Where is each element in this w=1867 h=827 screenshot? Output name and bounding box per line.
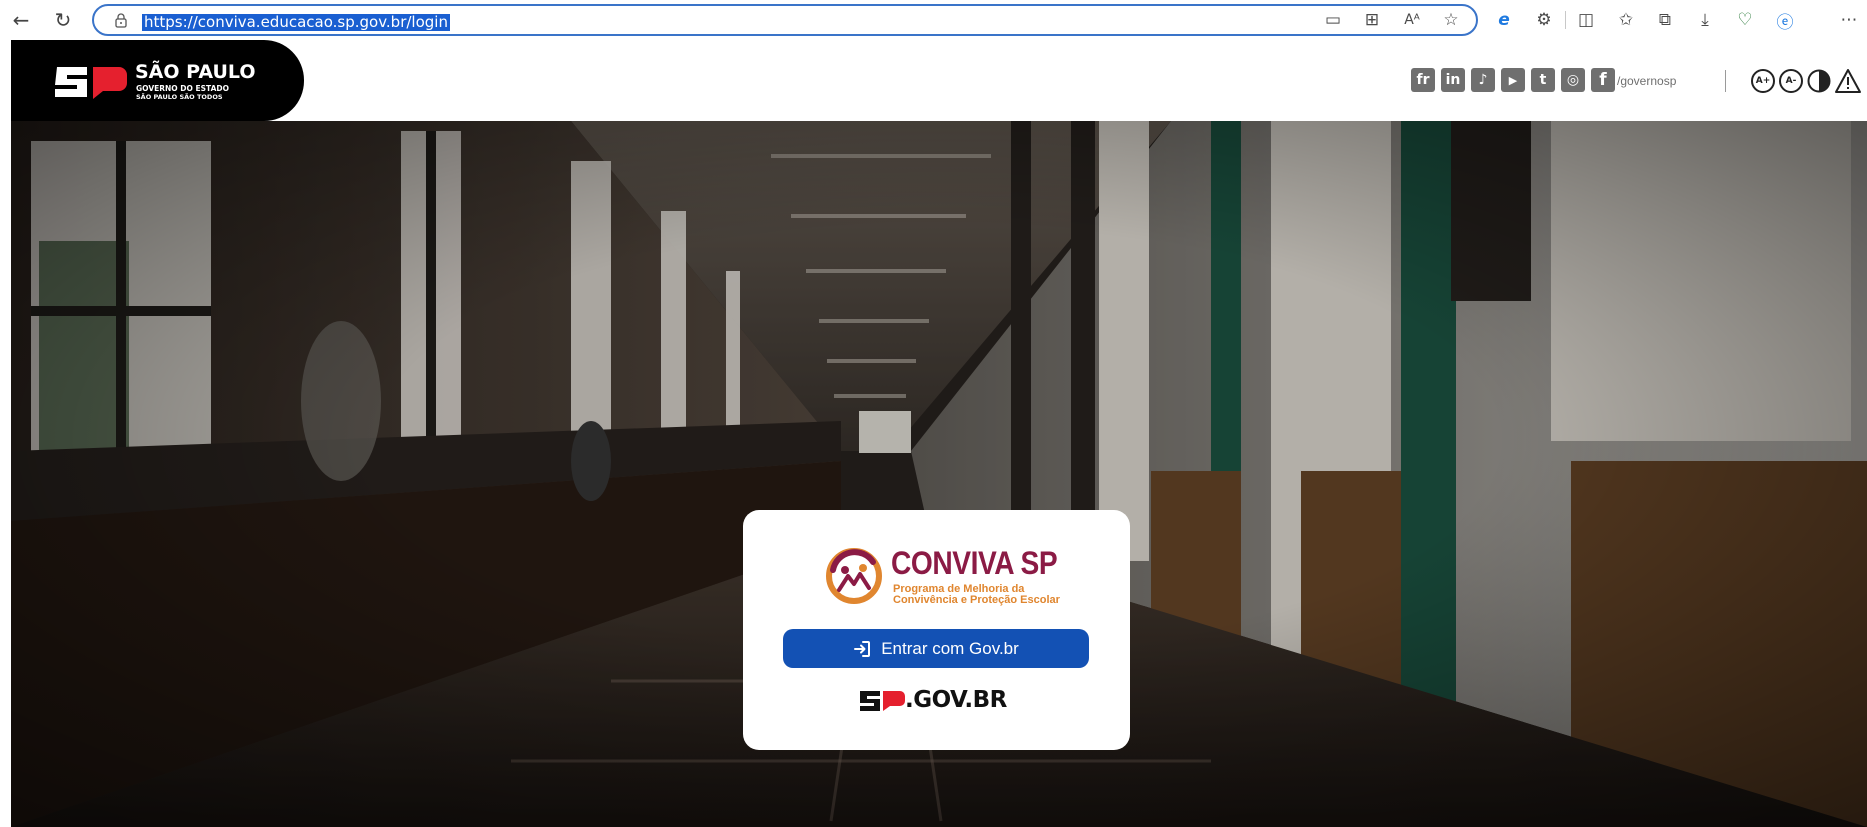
- favorites-icon[interactable]: ✩: [1615, 9, 1637, 31]
- warning-icon[interactable]: [1834, 68, 1862, 94]
- split-screen-icon[interactable]: ◫: [1575, 9, 1597, 31]
- edge-profile-icon[interactable]: ⓔ: [1774, 9, 1796, 33]
- device-icon[interactable]: ▭: [1322, 9, 1344, 31]
- url-text[interactable]: https://conviva.educacao.sp.gov.br/login: [142, 14, 450, 31]
- brand-title: SÃO PAULO: [135, 61, 256, 83]
- twitter-icon[interactable]: t: [1531, 68, 1555, 92]
- sp-government-logo[interactable]: SÃO PAULO GOVERNO DO ESTADO SÃO PAULO SÃ…: [11, 40, 304, 121]
- conviva-title: CONVIVA SP: [891, 545, 1058, 581]
- toolbar-divider: [1565, 11, 1566, 29]
- gov-br-logo-text: .GOV.BR: [905, 687, 1007, 713]
- contrast-icon[interactable]: [1807, 69, 1831, 93]
- read-aloud-icon[interactable]: Aᴬ: [1401, 9, 1423, 31]
- conviva-logo-icon: [826, 548, 882, 604]
- linkedin-icon[interactable]: in: [1441, 68, 1465, 92]
- edge-icon[interactable]: e: [1493, 9, 1515, 31]
- download-icon[interactable]: ⤓: [1694, 9, 1716, 31]
- site-header: SÃO PAULO GOVERNO DO ESTADO SÃO PAULO SÃ…: [11, 40, 1867, 121]
- extensions-icon[interactable]: ⚙: [1533, 9, 1555, 31]
- health-icon[interactable]: ♡: [1734, 9, 1756, 31]
- decrease-font-icon[interactable]: A-: [1779, 69, 1803, 93]
- address-bar[interactable]: https://conviva.educacao.sp.gov.br/login: [92, 4, 1478, 36]
- increase-font-icon[interactable]: A+: [1751, 69, 1775, 93]
- favorite-star-icon[interactable]: ☆: [1440, 9, 1462, 31]
- login-govbr-button[interactable]: Entrar com Gov.br: [783, 629, 1089, 668]
- conviva-subtitle-line-2: Convivência e Proteção Escolar: [893, 594, 1060, 606]
- header-divider: [1725, 70, 1726, 92]
- login-icon: [854, 640, 871, 657]
- login-card: CONVIVA SP Programa de Melhoria da Convi…: [743, 510, 1130, 750]
- facebook-icon[interactable]: f: [1591, 68, 1615, 92]
- sp-logo-icon: [55, 67, 127, 99]
- tiktok-icon[interactable]: ♪: [1471, 68, 1495, 92]
- reload-icon[interactable]: ↻: [50, 7, 76, 33]
- brand-subtitle: GOVERNO DO ESTADO: [136, 84, 229, 93]
- instagram-icon[interactable]: ◎: [1561, 68, 1585, 92]
- brand-tagline: SÃO PAULO SÃO TODOS: [136, 93, 223, 101]
- lock-icon[interactable]: [113, 12, 129, 28]
- back-icon[interactable]: ←: [8, 7, 34, 33]
- flickr-icon[interactable]: fr: [1411, 68, 1435, 92]
- more-icon[interactable]: ⋯: [1838, 9, 1860, 31]
- youtube-icon[interactable]: ▶: [1501, 68, 1525, 92]
- browser-toolbar: ← ↻ https://conviva.educacao.sp.gov.br/l…: [0, 0, 1867, 40]
- qr-icon[interactable]: ⊞: [1361, 9, 1383, 31]
- collections-icon[interactable]: ⧉: [1654, 9, 1676, 31]
- login-button-label: Entrar com Gov.br: [881, 638, 1019, 658]
- social-handle[interactable]: /governosp: [1617, 74, 1676, 88]
